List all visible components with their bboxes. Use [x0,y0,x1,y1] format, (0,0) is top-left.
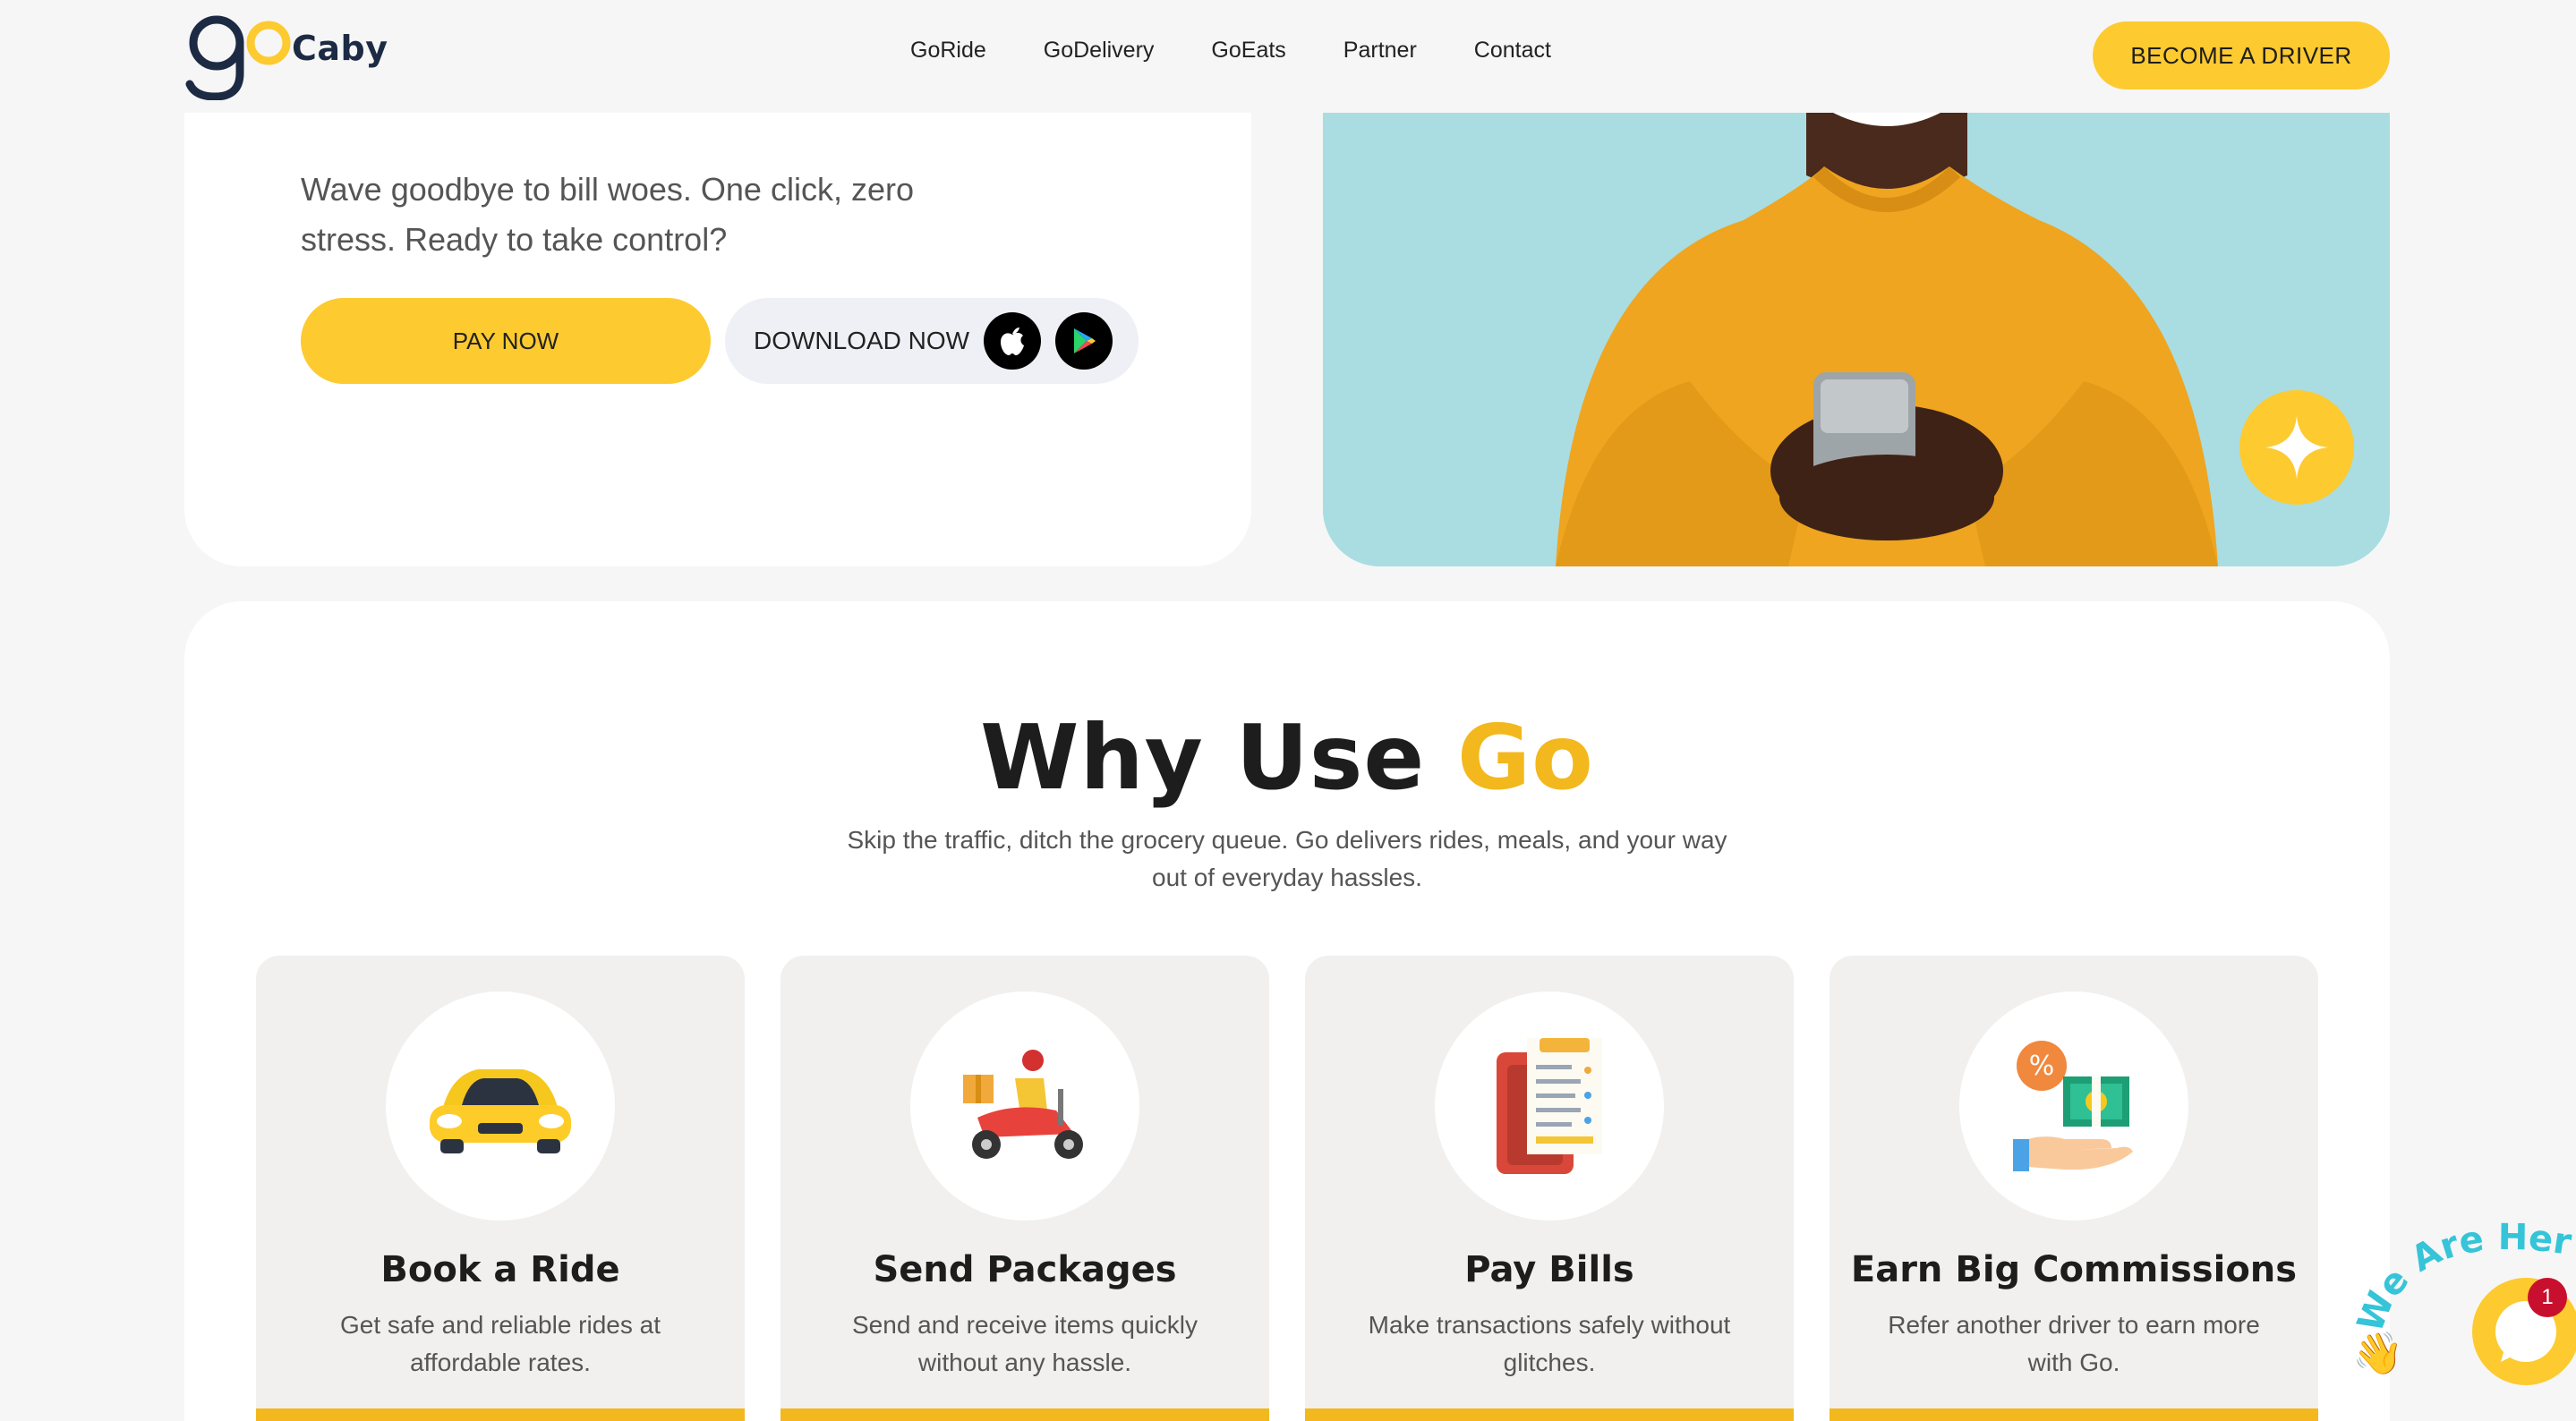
feature-card-book-ride[interactable]: Book a Ride Get safe and reliable rides … [256,956,745,1421]
title-accent: Go [1457,705,1594,810]
bill-receipt-icon [1497,1038,1602,1174]
top-navigation: Caby GoRide GoDelivery GoEats Partner Co… [0,0,2576,113]
nav-link-godelivery[interactable]: GoDelivery [1044,38,1155,64]
chat-widget[interactable]: We Are Here! 👋 1 [2345,1210,2576,1421]
svg-text:%: % [2029,1051,2055,1082]
hero-description: Wave goodbye to bill woes. One click, ze… [301,171,914,258]
why-use-go-section: Why Use Go Skip the traffic, ditch the g… [184,601,2390,1421]
card-description: Send and receive items quickly without a… [852,1311,1198,1376]
title-main: Why Use [980,705,1458,810]
section-subtitle: Skip the traffic, ditch the grocery queu… [847,826,1727,891]
gocaby-logo[interactable]: Caby [183,11,397,101]
card-title: Book a Ride [380,1249,620,1290]
apple-store-icon[interactable] [984,312,1042,370]
card-icon-circle [1435,991,1664,1221]
card-description: Refer another driver to earn more with G… [1888,1311,2260,1376]
download-label: DOWNLOAD NOW [754,327,970,354]
feature-card-pay-bills[interactable]: Pay Bills Make transactions safely witho… [1305,956,1794,1421]
nav-link-goeats[interactable]: GoEats [1211,38,1285,64]
chat-unread-badge: 1 [2528,1278,2567,1317]
card-icon-circle [386,991,615,1221]
card-title: Pay Bills [1464,1249,1634,1290]
card-title: Send Packages [873,1249,1177,1290]
hero-photo [1323,113,2390,566]
download-pill: DOWNLOAD NOW [725,298,1139,384]
waving-hand-icon: 👋 [2352,1330,2403,1378]
feature-card-earn-commissions[interactable]: % Earn Big Commissions Refer another dri… [1830,956,2318,1421]
feature-card-send-packages[interactable]: Send Packages Send and receive items qui… [780,956,1269,1421]
delivery-scooter-icon [963,1050,1083,1159]
card-icon-circle [910,991,1139,1221]
sparkle-icon [2265,416,2328,479]
money-hand-icon: % [2013,1041,2133,1171]
pay-now-button[interactable]: PAY NOW [301,298,711,384]
card-description: Make transactions safely without glitche… [1368,1311,1731,1376]
feature-cards: Book a Ride Get safe and reliable rides … [256,956,2354,1421]
nav-link-contact[interactable]: Contact [1474,38,1551,64]
card-icon-circle: % [1959,991,2188,1221]
logo-wordmark: Caby [292,29,388,68]
become-driver-button[interactable]: BECOME A DRIVER [2093,21,2390,89]
section-title: Why Use Go [184,705,2390,810]
main-nav: GoRide GoDelivery GoEats Partner Contact [910,38,1608,64]
hero-card: Wave goodbye to bill woes. One click, ze… [184,113,1251,566]
google-play-icon[interactable] [1055,312,1113,370]
car-icon [430,1069,571,1153]
man-holding-phone-illustration [1323,113,2390,566]
card-title: Earn Big Commissions [1850,1249,2298,1290]
card-description: Get safe and reliable rides at affordabl… [340,1311,661,1376]
nav-link-goride[interactable]: GoRide [910,38,986,64]
go-logo-mark-icon [185,15,291,101]
nav-link-partner[interactable]: Partner [1343,38,1417,64]
sparkle-button[interactable] [2239,390,2354,505]
